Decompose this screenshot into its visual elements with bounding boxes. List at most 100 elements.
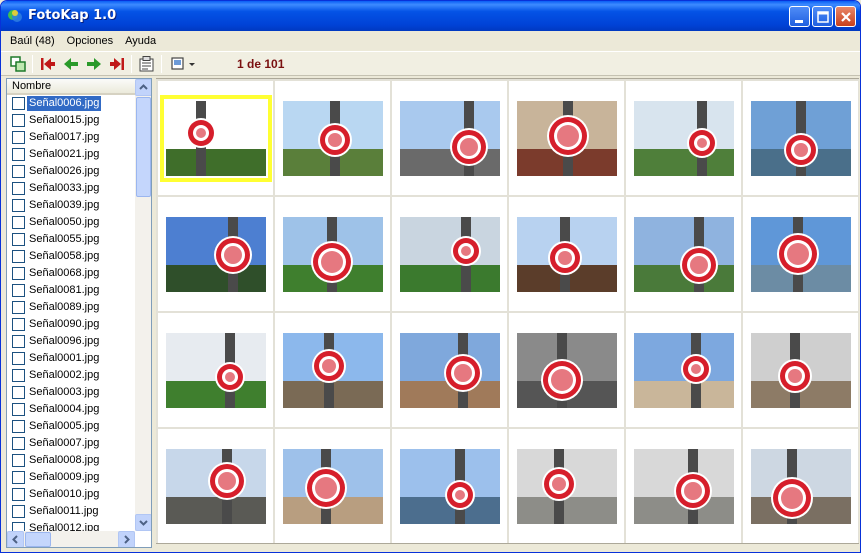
- file-checkbox[interactable]: [12, 233, 25, 246]
- file-checkbox[interactable]: [12, 182, 25, 195]
- chevron-down-icon[interactable]: [187, 55, 197, 73]
- thumbnail-image[interactable]: [751, 333, 851, 408]
- copy-images-icon[interactable]: [9, 55, 27, 73]
- thumbnail-cell[interactable]: [275, 81, 390, 195]
- thumbnail-cell[interactable]: [743, 429, 858, 543]
- thumbnail-image[interactable]: [634, 449, 734, 524]
- thumbnail-cell[interactable]: [509, 313, 624, 427]
- thumbnail-image[interactable]: [283, 217, 383, 292]
- thumbnail-cell[interactable]: [626, 313, 741, 427]
- thumbnail-cell[interactable]: [275, 197, 390, 311]
- first-image-icon[interactable]: [39, 55, 57, 73]
- thumbnail-image[interactable]: [517, 449, 617, 524]
- thumbnail-cell[interactable]: [275, 429, 390, 543]
- thumbnail-image[interactable]: [166, 333, 266, 408]
- file-checkbox[interactable]: [12, 437, 25, 450]
- file-list-item[interactable]: Señal0001.jpg: [7, 350, 135, 367]
- thumbnail-image[interactable]: [751, 101, 851, 176]
- thumbnail-cell[interactable]: [392, 81, 507, 195]
- thumbnail-image[interactable]: [283, 333, 383, 408]
- file-list-item[interactable]: Señal0017.jpg: [7, 129, 135, 146]
- thumbnail-cell[interactable]: [158, 429, 273, 543]
- file-checkbox[interactable]: [12, 250, 25, 263]
- thumbnail-cell[interactable]: [275, 313, 390, 427]
- menu-opciones[interactable]: Opciones: [61, 35, 119, 47]
- scroll-down-button[interactable]: [135, 514, 151, 531]
- file-list-item[interactable]: Señal0007.jpg: [7, 435, 135, 452]
- thumbnail-cell[interactable]: [626, 81, 741, 195]
- file-list-item[interactable]: Señal0055.jpg: [7, 231, 135, 248]
- file-list-item[interactable]: Señal0008.jpg: [7, 452, 135, 469]
- file-checkbox[interactable]: [12, 131, 25, 144]
- thumbnail-cell[interactable]: [158, 81, 273, 195]
- maximize-button[interactable]: [812, 6, 833, 27]
- file-list-item[interactable]: Señal0026.jpg: [7, 163, 135, 180]
- file-list-item[interactable]: Señal0006.jpg: [7, 95, 135, 112]
- file-list-item[interactable]: Señal0015.jpg: [7, 112, 135, 129]
- file-checkbox[interactable]: [12, 488, 25, 501]
- thumbnail-image[interactable]: [751, 217, 851, 292]
- file-list-item[interactable]: Señal0002.jpg: [7, 367, 135, 384]
- file-list-item[interactable]: Señal0009.jpg: [7, 469, 135, 486]
- file-checkbox[interactable]: [12, 352, 25, 365]
- scroll-right-button[interactable]: [118, 531, 135, 547]
- file-checkbox[interactable]: [12, 420, 25, 433]
- column-header-nombre[interactable]: Nombre: [7, 79, 135, 95]
- file-list-item[interactable]: Señal0090.jpg: [7, 316, 135, 333]
- thumbnail-cell[interactable]: [158, 313, 273, 427]
- thumbnail-image[interactable]: [634, 217, 734, 292]
- thumbnail-cell[interactable]: [392, 197, 507, 311]
- file-list-item[interactable]: Señal0089.jpg: [7, 299, 135, 316]
- next-image-icon[interactable]: [85, 55, 103, 73]
- file-checkbox[interactable]: [12, 114, 25, 127]
- thumbnail-image[interactable]: [283, 449, 383, 524]
- file-checkbox[interactable]: [12, 97, 25, 110]
- file-list-item[interactable]: Señal0005.jpg: [7, 418, 135, 435]
- view-mode-icon[interactable]: [169, 55, 187, 73]
- file-checkbox[interactable]: [12, 403, 25, 416]
- file-checkbox[interactable]: [12, 148, 25, 161]
- file-list-item[interactable]: Señal0039.jpg: [7, 197, 135, 214]
- last-image-icon[interactable]: [108, 55, 126, 73]
- thumbnail-image[interactable]: [517, 101, 617, 176]
- scroll-up-button[interactable]: [135, 79, 151, 96]
- thumbnail-cell[interactable]: [509, 197, 624, 311]
- file-checkbox[interactable]: [12, 216, 25, 229]
- vertical-scrollbar[interactable]: [135, 79, 151, 531]
- vertical-scroll-thumb[interactable]: [136, 97, 151, 197]
- file-list-item[interactable]: Señal0081.jpg: [7, 282, 135, 299]
- thumbnail-image[interactable]: [400, 217, 500, 292]
- thumbnail-image[interactable]: [634, 101, 734, 176]
- previous-image-icon[interactable]: [62, 55, 80, 73]
- file-list-item[interactable]: Señal0021.jpg: [7, 146, 135, 163]
- thumbnail-image[interactable]: [634, 333, 734, 408]
- thumbnail-image[interactable]: [166, 217, 266, 292]
- file-list-item[interactable]: Señal0010.jpg: [7, 486, 135, 503]
- thumbnail-image[interactable]: [400, 333, 500, 408]
- thumbnail-cell[interactable]: [509, 429, 624, 543]
- file-checkbox[interactable]: [12, 454, 25, 467]
- file-checkbox[interactable]: [12, 471, 25, 484]
- thumbnail-image[interactable]: [160, 95, 272, 182]
- thumbnail-image[interactable]: [166, 449, 266, 524]
- thumbnail-cell[interactable]: [743, 313, 858, 427]
- thumbnail-image[interactable]: [400, 101, 500, 176]
- thumbnail-cell[interactable]: [626, 197, 741, 311]
- file-list-item[interactable]: Señal0033.jpg: [7, 180, 135, 197]
- thumbnail-cell[interactable]: [392, 429, 507, 543]
- thumbnail-image[interactable]: [751, 449, 851, 524]
- horizontal-scrollbar[interactable]: [7, 531, 135, 547]
- file-checkbox[interactable]: [12, 369, 25, 382]
- file-checkbox[interactable]: [12, 335, 25, 348]
- file-checkbox[interactable]: [12, 284, 25, 297]
- thumbnail-cell[interactable]: [743, 81, 858, 195]
- thumbnail-cell[interactable]: [743, 197, 858, 311]
- title-bar[interactable]: FotoKap 1.0: [1, 1, 860, 31]
- file-list-item[interactable]: Señal0068.jpg: [7, 265, 135, 282]
- file-list-item[interactable]: Señal0096.jpg: [7, 333, 135, 350]
- thumbnail-cell[interactable]: [158, 197, 273, 311]
- thumbnail-cell[interactable]: [626, 429, 741, 543]
- thumbnail-image[interactable]: [517, 217, 617, 292]
- file-checkbox[interactable]: [12, 301, 25, 314]
- file-checkbox[interactable]: [12, 199, 25, 212]
